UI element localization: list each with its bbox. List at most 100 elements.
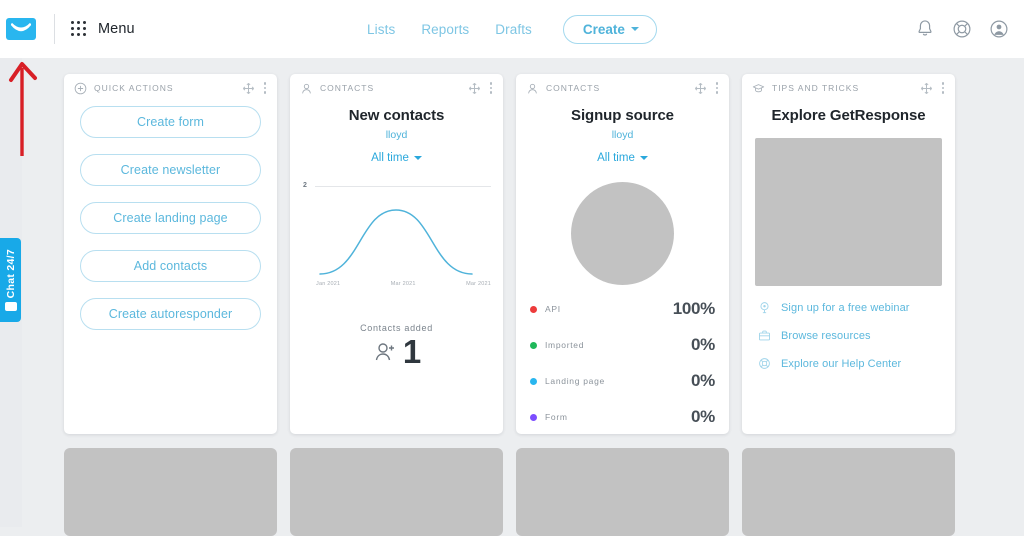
- envelope-icon[interactable]: [6, 18, 36, 40]
- kebab-menu-icon[interactable]: [262, 80, 269, 96]
- legend-dot-landing-page: [530, 378, 537, 385]
- menu-label: Menu: [98, 21, 135, 37]
- signup-source-card: Contacts Signup source lloyd All time: [516, 74, 729, 434]
- new-contacts-title: New contacts: [290, 107, 503, 124]
- new-contacts-range-selector[interactable]: All time: [290, 152, 503, 164]
- nav-link-lists[interactable]: Lists: [367, 22, 395, 37]
- kebab-menu-icon[interactable]: [940, 80, 947, 96]
- new-contacts-card: Contacts New contacts lloyd All time 2: [290, 74, 503, 434]
- lifebuoy-icon[interactable]: [951, 18, 973, 40]
- graduation-cap-icon: [752, 82, 765, 95]
- plus-circle-icon: [74, 82, 87, 95]
- tips-and-tricks-card: Tips and tricks Explore GetResponse: [742, 74, 955, 434]
- quick-actions-card-title: Quick actions: [94, 83, 235, 93]
- signup-source-list-name[interactable]: lloyd: [516, 129, 729, 141]
- person-plus-icon: [372, 338, 400, 366]
- top-navigation-bar: Menu Lists Reports Drafts Create: [0, 0, 1024, 58]
- legend-label-landing-page: Landing page: [545, 376, 683, 386]
- chat-247-label: Chat 24/7: [5, 249, 17, 298]
- tips-image-placeholder: [755, 138, 942, 286]
- legend-row-form: Form 0%: [530, 407, 715, 427]
- contacts-added-stat: 1: [290, 335, 503, 368]
- lifebuoy-icon: [758, 357, 771, 370]
- move-handle-icon[interactable]: [694, 82, 707, 95]
- tips-link-webinar[interactable]: Sign up for a free webinar: [758, 301, 942, 314]
- move-handle-icon[interactable]: [920, 82, 933, 95]
- chevron-down-icon: [414, 156, 422, 160]
- quick-actions-card-header: Quick actions: [64, 74, 277, 102]
- tips-link-help-center[interactable]: Explore our Help Center: [758, 357, 942, 370]
- divider: [54, 14, 55, 44]
- pie-chart-placeholder: [571, 182, 674, 285]
- tips-link-webinar-label: Sign up for a free webinar: [781, 302, 910, 314]
- menu-button[interactable]: Menu: [71, 21, 135, 37]
- tips-and-tricks-card-header: Tips and tricks: [742, 74, 955, 102]
- kebab-menu-icon[interactable]: [714, 80, 721, 96]
- signup-source-range-label: All time: [597, 152, 635, 164]
- tips-link-list: Sign up for a free webinar Browse resour…: [742, 286, 955, 370]
- signup-source-card-header: Contacts: [516, 74, 729, 102]
- quick-actions-card: Quick actions Create form Create newslet…: [64, 74, 277, 434]
- signup-source-card-category: Contacts: [546, 83, 687, 93]
- tips-link-resources-label: Browse resources: [781, 330, 871, 342]
- chevron-down-icon: [640, 156, 648, 160]
- x-tick-2: Mar 2021: [466, 281, 491, 287]
- chat-bubble-icon: [5, 302, 17, 311]
- x-tick-0: Jan 2021: [316, 281, 340, 287]
- legend-label-imported: Imported: [545, 340, 683, 350]
- new-contacts-card-tools: [468, 80, 495, 96]
- add-contacts-button[interactable]: Add contacts: [80, 250, 261, 282]
- primary-nav: Lists Reports Drafts Create: [0, 0, 1024, 58]
- new-contacts-list-name[interactable]: lloyd: [290, 129, 503, 141]
- create-form-button[interactable]: Create form: [80, 106, 261, 138]
- placeholder-card-2: [290, 448, 503, 536]
- create-button-label: Create: [583, 22, 625, 37]
- legend-value-api: 100%: [673, 299, 715, 319]
- nav-link-drafts[interactable]: Drafts: [495, 22, 532, 37]
- move-handle-icon[interactable]: [242, 82, 255, 95]
- x-tick-1: Mar 2021: [391, 281, 416, 287]
- create-newsletter-button[interactable]: Create newsletter: [80, 154, 261, 186]
- placeholder-card-3: [516, 448, 729, 536]
- legend-value-form: 0%: [691, 407, 715, 427]
- legend-dot-api: [530, 306, 537, 313]
- user-avatar-icon[interactable]: [988, 18, 1010, 40]
- apps-grid-icon: [71, 21, 87, 37]
- tips-link-resources[interactable]: Browse resources: [758, 329, 942, 342]
- new-contacts-line-chart: 2 Jan 2021 Mar 2021 Mar 2021: [290, 176, 503, 287]
- y-axis-tick-label: 2: [303, 182, 307, 189]
- create-button[interactable]: Create: [563, 15, 657, 44]
- dashboard-board: Quick actions Create form Create newslet…: [22, 58, 1024, 527]
- move-handle-icon[interactable]: [468, 82, 481, 95]
- x-axis-tick-labels: Jan 2021 Mar 2021 Mar 2021: [302, 281, 491, 287]
- placeholder-card-1: [64, 448, 277, 536]
- new-contacts-range-label: All time: [371, 152, 409, 164]
- webinar-icon: [758, 301, 771, 314]
- signup-source-legend: API 100% Imported 0% Landing page 0% For…: [516, 285, 729, 427]
- tips-and-tricks-card-tools: [920, 80, 947, 96]
- legend-value-landing-page: 0%: [691, 371, 715, 391]
- legend-row-imported: Imported 0%: [530, 335, 715, 355]
- contact-person-icon: [300, 82, 313, 95]
- create-landing-page-button[interactable]: Create landing page: [80, 202, 261, 234]
- briefcase-icon: [758, 329, 771, 342]
- legend-value-imported: 0%: [691, 335, 715, 355]
- chat-247-tab[interactable]: Chat 24/7: [0, 238, 21, 322]
- contact-person-icon: [526, 82, 539, 95]
- signup-source-range-selector[interactable]: All time: [516, 152, 729, 164]
- contacts-added-value: 1: [403, 335, 421, 368]
- signup-source-card-tools: [694, 80, 721, 96]
- kebab-menu-icon[interactable]: [488, 80, 495, 96]
- placeholder-card-4: [742, 448, 955, 536]
- line-chart-plot: [302, 176, 491, 280]
- widget-row-primary: Quick actions Create form Create newslet…: [64, 74, 1010, 434]
- create-autoresponder-button[interactable]: Create autoresponder: [80, 298, 261, 330]
- legend-label-form: Form: [545, 412, 683, 422]
- bell-icon[interactable]: [914, 18, 936, 40]
- tips-link-help-center-label: Explore our Help Center: [781, 358, 901, 370]
- tips-and-tricks-card-category: Tips and tricks: [772, 83, 913, 93]
- contacts-added-label: Contacts added: [290, 323, 503, 333]
- new-contacts-card-category: Contacts: [320, 83, 461, 93]
- nav-link-reports[interactable]: Reports: [421, 22, 469, 37]
- legend-row-landing-page: Landing page 0%: [530, 371, 715, 391]
